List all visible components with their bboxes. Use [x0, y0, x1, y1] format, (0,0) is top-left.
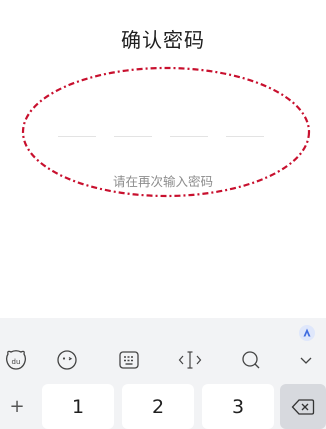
- smiley-icon[interactable]: [51, 344, 83, 376]
- cursor-icon[interactable]: [174, 344, 206, 376]
- delete-key[interactable]: [280, 384, 326, 429]
- pin-slot[interactable]: [114, 136, 152, 137]
- keyboard-icon[interactable]: [113, 344, 145, 376]
- key-3[interactable]: 3: [202, 384, 274, 429]
- assistant-icon[interactable]: [296, 322, 318, 344]
- pin-slot[interactable]: [170, 136, 208, 137]
- key-2[interactable]: 2: [122, 384, 194, 429]
- svg-text:du: du: [12, 358, 21, 366]
- pin-slot[interactable]: [226, 136, 264, 137]
- key-1[interactable]: 1: [42, 384, 114, 429]
- page-title: 确认密码: [121, 28, 205, 52]
- keyboard-toolbar: du: [0, 344, 326, 376]
- plus-key[interactable]: +: [0, 384, 34, 429]
- search-icon[interactable]: [235, 344, 267, 376]
- pin-hint: 请在再次输入密码: [112, 174, 213, 189]
- pin-input[interactable]: [58, 136, 264, 138]
- emoji-face-icon[interactable]: du: [0, 344, 32, 376]
- backspace-icon: [291, 398, 315, 415]
- chevron-down-icon[interactable]: [290, 344, 322, 376]
- pin-slot[interactable]: [58, 136, 96, 137]
